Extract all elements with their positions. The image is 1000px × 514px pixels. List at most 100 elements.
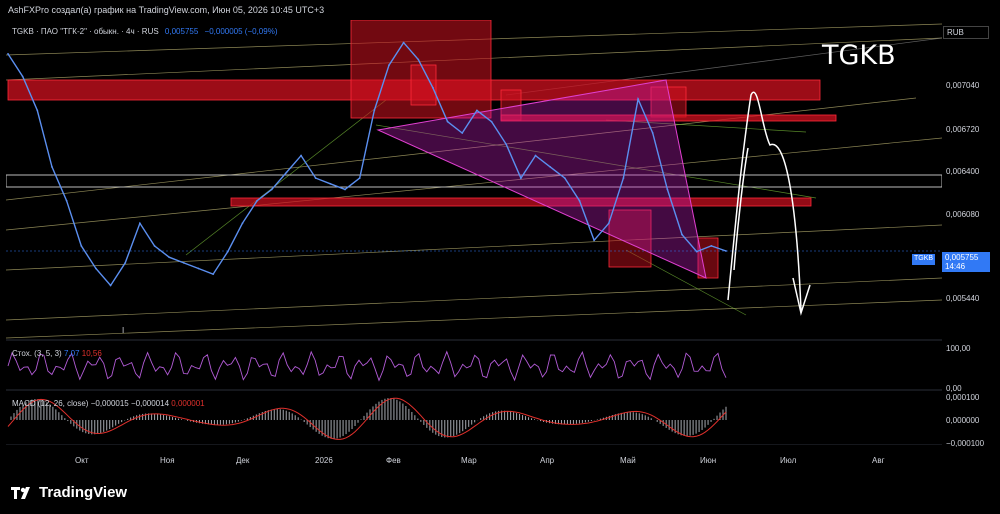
macd-title: MACD (12, 26, close) [12,399,89,408]
y-tick-label: 0,006080 [946,210,980,219]
brand-name: TradingView [39,484,128,501]
price-point [607,222,610,225]
stoch-d-value: 10,56 [81,349,102,358]
price-point [534,154,537,157]
price-point [168,256,171,259]
stoch-legend: Стох. (3, 5, 3) 7,07 10,56 [12,349,102,358]
x-tick-label: Окт [75,456,89,465]
macd-hist-value: −0,000015 [90,399,129,408]
price-point [402,41,405,44]
stoch-tick-label: 0,00 [946,384,962,393]
projection-path [733,147,749,271]
price-point [637,98,639,100]
price-point [388,64,390,67]
trend-line [6,299,942,339]
price-point [270,188,273,191]
macd-tick-label: 0,000100 [946,393,980,402]
price-point [446,120,449,123]
price-point [622,177,625,180]
last-price-symbol-tag: TGKB [912,254,936,265]
price-point [124,261,127,264]
macd-legend: MACD (12, 26, close) −0,000015 −0,000014… [12,399,205,408]
ticker-annotation: TGKB [822,40,896,71]
legend-change: −0,000005 (−0,09%) [204,27,278,36]
x-tick-label: Дек [236,456,250,465]
y-tick-label: 0,007040 [946,81,980,90]
price-point [300,154,302,157]
currency-button[interactable]: RUB [943,26,989,39]
last-price-value: 0,005755 [945,253,979,262]
chart-caption: AshFXPro создал(а) график на TradingView… [8,5,325,15]
trend-line [185,99,387,256]
price-point [7,52,9,55]
x-tick-label: Апр [540,456,555,465]
price-point [197,267,200,270]
trend-line [6,277,942,321]
event-marker[interactable]: I [122,326,124,335]
price-point [417,58,420,61]
x-tick-label: Мар [461,456,477,465]
price-point [519,177,522,180]
price-point [241,222,244,225]
price-point [285,171,288,174]
price-point [549,165,552,168]
price-point [666,188,669,191]
stoch-k-value: 7,07 [63,349,80,358]
trend-line [6,224,942,271]
x-tick-label: Авг [872,456,885,465]
price-point [256,199,259,202]
macd-signal-value: 0,000001 [171,399,205,408]
legend-price: 0,005755 [164,27,199,36]
bar-countdown: 14:46 [945,262,966,271]
horizontal-zone [6,174,942,188]
price-point [461,132,464,134]
y-tick-label: 0,006720 [946,125,980,134]
y-tick-label: 0,005440 [946,294,980,303]
x-tick-label: Июн [700,456,717,465]
price-point [358,177,361,180]
price-point [329,182,332,185]
footer-brand: TradingView [10,484,127,501]
x-tick-label: Фев [386,456,401,465]
symbol-legend: TGKB · ПАО "ТГК-2" · обыкн. · 4ч · RUS 0… [12,27,277,36]
macd-macd-value: −0,000014 [130,399,170,408]
stoch-title: Стох. (3, 5, 3) [12,349,62,358]
price-point [182,261,185,264]
price-point [51,165,53,168]
price-point [475,109,478,112]
x-tick-label: Июл [780,456,797,465]
x-tick-label: Май [620,456,636,465]
price-point [563,177,566,180]
macd-tick-label: −0,000100 [946,439,985,448]
supply-demand-zone [230,197,812,207]
price-point [36,109,39,112]
x-tick-label: 2026 [315,456,333,465]
header-bar: AshFXPro создал(а) график на TradingView… [0,0,1000,20]
price-point [695,250,698,253]
price-point [212,273,215,276]
price-point [593,239,596,242]
price-point [153,245,156,247]
stoch-tick-label: 100,00 [946,344,971,353]
price-point [80,245,83,247]
price-point [490,120,493,123]
last-price-tag: 0,005755 14:46 [942,252,990,272]
price-point [505,143,508,146]
price-point [578,199,581,202]
price-point [109,284,112,287]
price-point [710,245,713,247]
price-point [95,267,97,270]
price-point [65,199,68,202]
stoch-k-line [7,350,727,382]
price-point [138,222,141,225]
symbol-title: TGKB · ПАО "ТГК-2" · обыкн. · 4ч · RUS [12,27,159,36]
price-point [651,132,654,134]
tradingview-logo-icon [11,486,30,499]
price-point [314,177,317,180]
price-point [21,75,24,78]
chart-area[interactable] [6,20,942,445]
macd-tick-label: 0,000000 [946,416,980,425]
price-point [432,86,434,89]
chart-canvas[interactable] [6,20,942,445]
x-tick-label: Ноя [160,456,175,465]
